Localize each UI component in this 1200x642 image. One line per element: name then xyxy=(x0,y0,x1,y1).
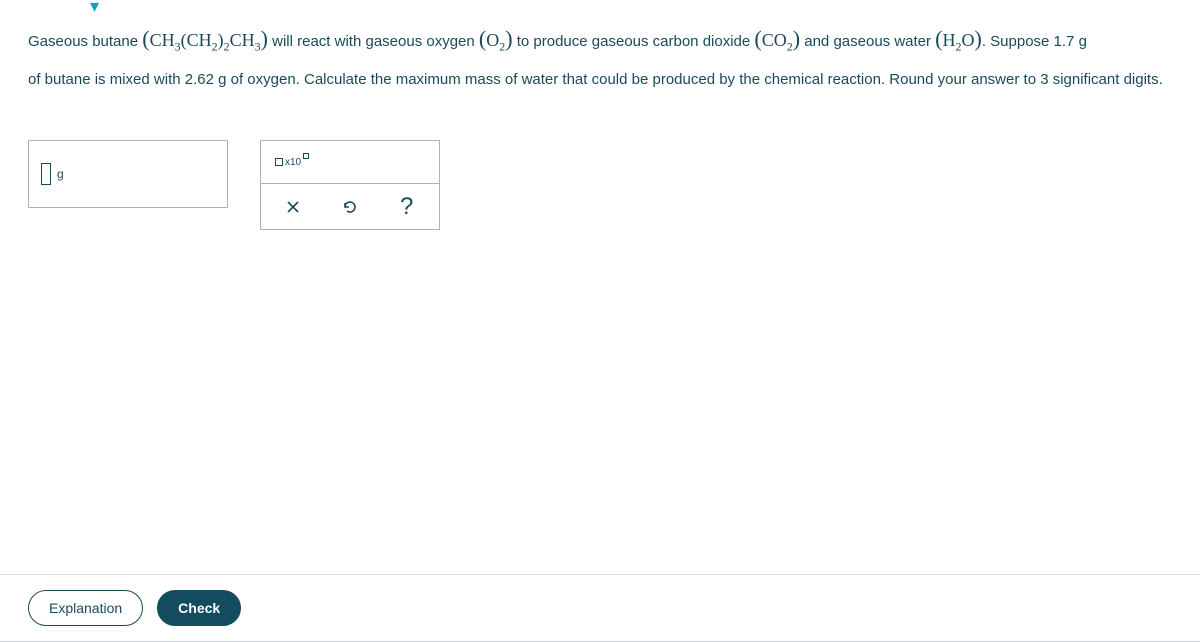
close-paren: ) xyxy=(261,26,268,51)
help-button[interactable]: ? xyxy=(384,189,430,225)
clear-button[interactable] xyxy=(270,189,316,225)
sci-notation-button[interactable]: x10 xyxy=(275,157,309,168)
formula-butane: CH3(CH2)2CH3 xyxy=(150,30,261,50)
input-cursor-icon xyxy=(41,163,51,185)
prompt-text: to produce gaseous carbon dioxide xyxy=(517,33,755,50)
close-paren: ) xyxy=(505,26,512,51)
undo-icon xyxy=(341,198,359,216)
explanation-button[interactable]: Explanation xyxy=(28,590,143,626)
question-prompt: Gaseous butane (CH3(CH2)2CH3) will react… xyxy=(0,0,1200,102)
open-paren: ( xyxy=(935,26,942,51)
close-paren: ) xyxy=(975,26,982,51)
unit-label: g xyxy=(57,167,64,181)
placeholder-box-icon xyxy=(275,158,283,166)
tool-panel: x10 ? xyxy=(260,140,440,230)
open-paren: ( xyxy=(479,26,486,51)
open-paren: ( xyxy=(142,26,149,51)
close-paren: ) xyxy=(793,26,800,51)
undo-button[interactable] xyxy=(327,189,373,225)
question-icon: ? xyxy=(400,193,413,221)
formula-o2: O2 xyxy=(486,30,505,50)
chevron-down-icon: ▾ xyxy=(90,0,99,17)
formula-co2: CO2 xyxy=(762,30,793,50)
prompt-text: . Suppose 1.7 g xyxy=(982,33,1087,50)
bottom-bar: Explanation Check xyxy=(0,574,1200,642)
answer-row: g x10 ? xyxy=(0,120,1200,250)
answer-input[interactable]: g xyxy=(28,140,228,208)
tool-panel-top: x10 xyxy=(261,141,439,183)
prompt-text: and gaseous water xyxy=(804,33,935,50)
tool-panel-bottom: ? xyxy=(261,183,439,229)
prompt-text: Gaseous butane xyxy=(28,33,142,50)
open-paren: ( xyxy=(754,26,761,51)
check-button[interactable]: Check xyxy=(157,590,241,626)
x-icon xyxy=(285,199,301,215)
exponent-box-icon xyxy=(303,153,309,159)
x10-label: x10 xyxy=(285,157,301,168)
prompt-text: will react with gaseous oxygen xyxy=(272,33,479,50)
prompt-line2: of butane is mixed with 2.62 g of oxygen… xyxy=(28,66,1172,95)
formula-h2o: H2O xyxy=(943,30,975,50)
